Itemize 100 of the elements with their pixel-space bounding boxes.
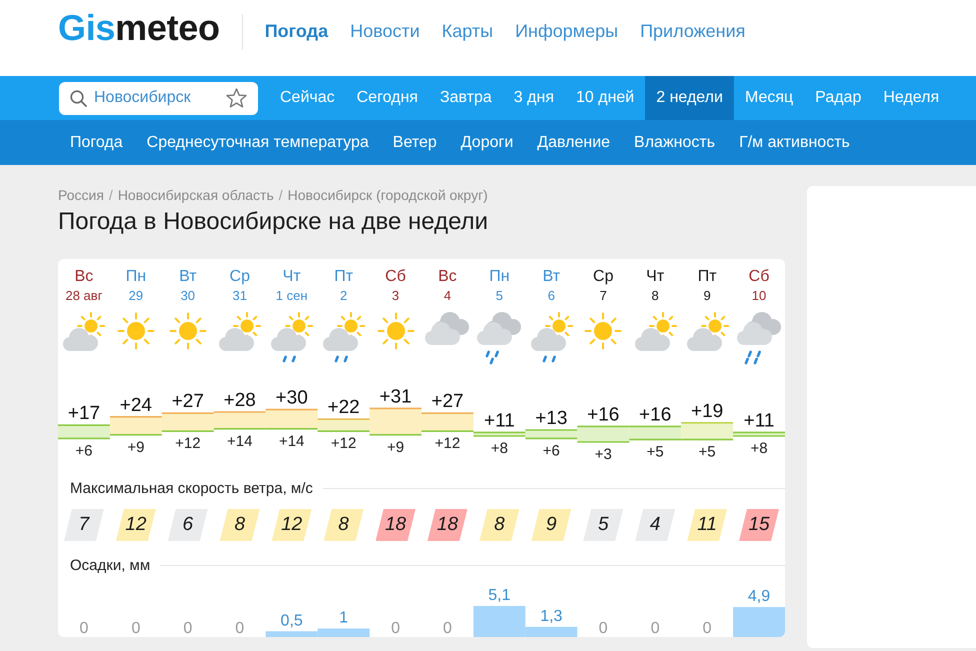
wind-speed: 12 bbox=[116, 509, 156, 541]
search-field[interactable]: Новосибирск bbox=[59, 82, 258, 114]
period-tab[interactable]: Завтра bbox=[428, 76, 503, 120]
precipitation-amount: 0 bbox=[80, 620, 88, 637]
precipitation-bar bbox=[318, 628, 370, 637]
max-temperature: +24 bbox=[120, 394, 152, 416]
precipitation-amount: 0 bbox=[391, 620, 400, 637]
weekday: Чт bbox=[282, 267, 301, 287]
main-nav-link[interactable]: Информеры bbox=[515, 20, 618, 42]
wind-speed: 8 bbox=[220, 509, 260, 541]
max-temperature: +30 bbox=[276, 388, 308, 409]
wind-speed: 7 bbox=[64, 509, 104, 541]
section-nav-link[interactable]: Давление bbox=[525, 120, 622, 165]
precipitation-section-title: Осадки, мм bbox=[70, 556, 150, 574]
date: 6 bbox=[548, 287, 555, 305]
period-tab[interactable]: 3 дня bbox=[502, 76, 565, 120]
section-nav-link[interactable]: Погода bbox=[58, 120, 135, 165]
weekday: Вс bbox=[438, 267, 457, 287]
wind-speed: 9 bbox=[531, 509, 572, 541]
min-temperature: +8 bbox=[750, 440, 768, 457]
period-tab[interactable]: Сейчас bbox=[269, 76, 346, 120]
breadcrumb-link[interactable]: Новосибирская область bbox=[118, 186, 274, 204]
max-temperature: +13 bbox=[535, 408, 568, 429]
period-tab[interactable]: Радар bbox=[804, 76, 872, 120]
weekday: Ср bbox=[230, 267, 250, 287]
weekday: Пн bbox=[489, 267, 510, 287]
precipitation-amount: 5,1 bbox=[488, 586, 511, 604]
temperature-range bbox=[214, 411, 266, 430]
weekday: Сб bbox=[385, 267, 406, 287]
precipitation-amount: 0 bbox=[702, 620, 712, 637]
date: 3 bbox=[392, 287, 400, 305]
date: 30 bbox=[180, 287, 196, 305]
period-tab[interactable]: 10 дней bbox=[564, 76, 646, 120]
date: 31 bbox=[232, 287, 247, 305]
main-nav-link[interactable]: Новости bbox=[350, 20, 420, 42]
min-temperature: +6 bbox=[542, 442, 560, 460]
section-nav-link[interactable]: Среднесуточная температура bbox=[134, 120, 381, 165]
star-icon[interactable] bbox=[226, 88, 247, 108]
min-temperature: +12 bbox=[330, 435, 356, 452]
main-nav-link[interactable]: Погода bbox=[264, 20, 328, 42]
precipitation-amount: 0 bbox=[183, 620, 192, 637]
period-tab[interactable]: 2 недели bbox=[645, 76, 734, 120]
max-temperature: +27 bbox=[431, 391, 464, 412]
max-temperature: +11 bbox=[744, 410, 774, 432]
page-title: Погода в Новосибирске на две недели bbox=[58, 208, 490, 236]
precipitation-amount: 0 bbox=[131, 620, 140, 637]
max-temperature: +16 bbox=[587, 404, 620, 426]
precipitation-amount: 0 bbox=[598, 620, 608, 637]
date: 29 bbox=[128, 287, 144, 305]
max-temperature: +27 bbox=[172, 391, 204, 412]
wind-speed: 18 bbox=[376, 509, 416, 541]
main-nav-link[interactable]: Карты bbox=[442, 20, 494, 42]
max-temperature: +11 bbox=[484, 410, 515, 432]
period-tab[interactable]: Сегодня bbox=[346, 76, 429, 120]
wind-speed: 15 bbox=[739, 509, 780, 541]
date: 9 bbox=[703, 287, 711, 305]
min-temperature: +12 bbox=[434, 435, 460, 452]
min-temperature: +3 bbox=[594, 446, 612, 463]
max-temperature: +28 bbox=[224, 390, 256, 411]
min-temperature: +5 bbox=[646, 444, 664, 461]
section-nav-link[interactable]: Дороги bbox=[448, 120, 526, 165]
precipitation-amount: 0 bbox=[235, 620, 244, 637]
min-temperature: +5 bbox=[698, 444, 716, 461]
wind-speed: 12 bbox=[272, 509, 312, 541]
weekday: Ср bbox=[593, 267, 614, 287]
precipitation-amount: 0 bbox=[443, 620, 452, 637]
section-nav-link[interactable]: Г/м активность bbox=[727, 120, 862, 165]
wind-speed: 8 bbox=[324, 509, 364, 541]
precipitation-amount: 4,9 bbox=[748, 588, 770, 606]
temperature-range bbox=[629, 426, 682, 440]
min-temperature: +12 bbox=[175, 435, 201, 452]
breadcrumb-link[interactable]: Новосибирск (городской округ) bbox=[288, 186, 488, 204]
section-nav-link[interactable]: Ветер bbox=[380, 120, 449, 165]
breadcrumb-link[interactable]: Россия bbox=[58, 186, 104, 204]
min-temperature: +14 bbox=[278, 432, 304, 450]
weekday: Сб bbox=[748, 267, 770, 287]
date: 5 bbox=[496, 287, 503, 305]
section-nav-link[interactable]: Влажность bbox=[622, 120, 728, 165]
date: 10 bbox=[752, 287, 766, 305]
wind-speed: 18 bbox=[427, 509, 468, 541]
temperature-range bbox=[162, 412, 214, 432]
weekday: Пт bbox=[334, 267, 354, 287]
max-temperature: +17 bbox=[68, 403, 100, 424]
date: 7 bbox=[600, 287, 607, 305]
gismeteo-logo[interactable]: Gismeteo bbox=[58, 8, 220, 48]
precipitation-amount: 0 bbox=[650, 620, 660, 637]
precipitation-amount: 1 bbox=[339, 610, 348, 626]
period-tab[interactable]: Неделя bbox=[872, 76, 950, 120]
main-nav-link[interactable]: Приложения bbox=[640, 20, 746, 42]
max-temperature: +22 bbox=[328, 397, 360, 418]
date: 1 сен bbox=[276, 287, 308, 305]
wind-speed: 4 bbox=[635, 509, 676, 541]
weekday: Пт bbox=[698, 267, 717, 287]
wind-speed: 5 bbox=[583, 509, 624, 541]
search-icon bbox=[70, 90, 87, 106]
temperature-range bbox=[110, 416, 162, 436]
date: 2 bbox=[340, 287, 348, 305]
date: 8 bbox=[652, 287, 659, 305]
max-temperature: +19 bbox=[691, 400, 724, 422]
period-tab[interactable]: Месяц bbox=[734, 76, 804, 120]
